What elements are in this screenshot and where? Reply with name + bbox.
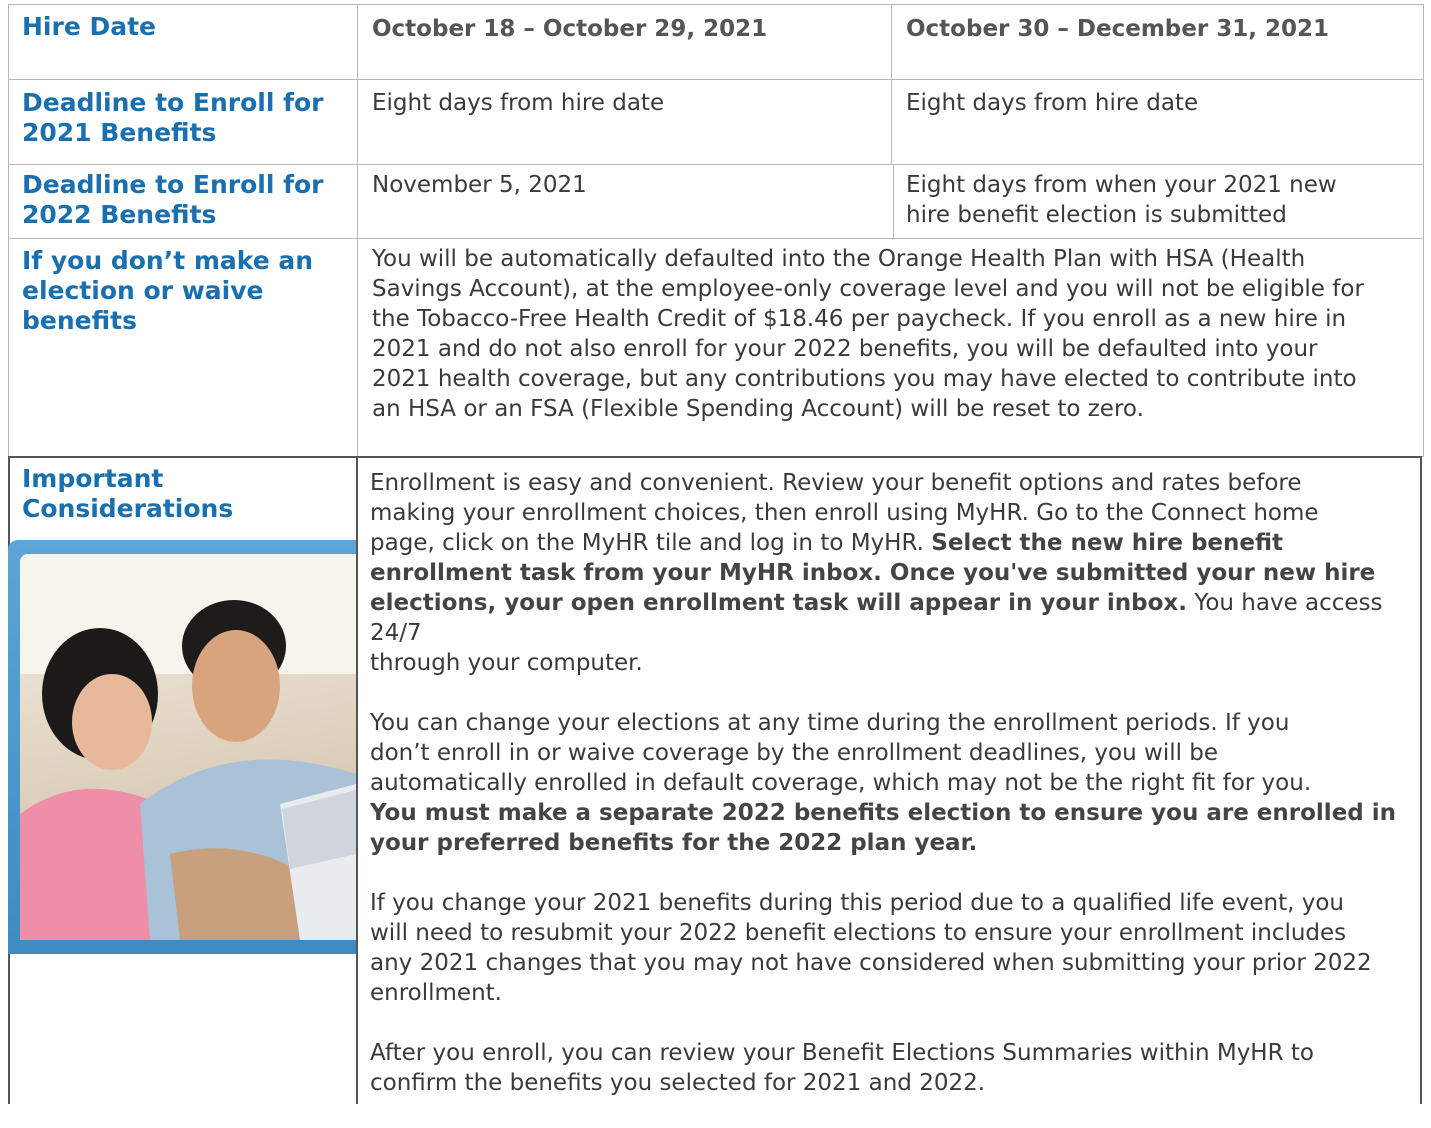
text-line: confirm the benefits you selected for 20… [370,1070,986,1096]
row-label-deadline-2021: Deadline to Enroll for 2021 Benefits [22,88,324,148]
paragraph-3: If you change your 2021 benefits during … [370,888,1416,1008]
table-border-right [1423,4,1424,456]
text-line: 2021 health coverage, but any contributi… [372,366,1357,392]
deadline-2022-period-1: November 5, 2021 [372,172,587,198]
label-line: If you don’t make an [22,246,314,275]
people-illustration [20,554,356,940]
label-line: 2022 Benefits [22,200,217,229]
text-run: page, click on the MyHR tile and log in … [370,530,932,556]
col-divider [891,4,892,164]
text-line: Eight days from when your 2021 new [906,172,1337,198]
col-divider [893,164,894,238]
label-line: benefits [22,306,137,335]
hire-period-1: October 18 – October 29, 2021 [372,16,768,42]
considerations-text: Enrollment is easy and convenient. Revie… [370,468,1416,1128]
text-line: Savings Account), at the employee-only c… [372,276,1364,302]
photo-scene [20,554,356,940]
row-divider [8,238,1424,239]
label-line: Deadline to Enroll for [22,88,324,117]
text-line: an HSA or an FSA (Flexible Spending Acco… [372,396,1144,422]
text-line: After you enroll, you can review your Be… [370,1040,1314,1066]
text-line: making your enrollment choices, then enr… [370,500,1319,526]
text-run-bold: elections, your open enrollment task wil… [370,590,1188,616]
text-line: You will be automatically defaulted into… [372,246,1306,272]
text-line: automatically enrolled in default covera… [370,770,1312,796]
text-line-bold: your preferred benefits for the 2022 pla… [370,830,978,856]
text-line: page, click on the MyHR tile and log in … [370,528,1416,558]
paragraph-4: After you enroll, you can review your Be… [370,1038,1416,1098]
text-line: enrollment. [370,980,502,1006]
text-run-bold: Select the new hire benefit [931,530,1284,556]
table-border-left [8,4,9,456]
deadline-2021-period-1: Eight days from hire date [372,90,665,116]
label-line: election or waive [22,276,264,305]
text-line: If you change your 2021 benefits during … [370,890,1345,916]
deadline-2022-period-2: Eight days from when your 2021 new hire … [906,170,1337,230]
deadline-2021-period-2: Eight days from hire date [906,90,1199,116]
row-label-deadline-2022: Deadline to Enroll for 2022 Benefits [22,170,324,230]
row-divider [8,164,1424,165]
paragraph-2: You can change your elections at any tim… [370,708,1416,858]
paragraph-1: Enrollment is easy and convenient. Revie… [370,468,1416,678]
text-line: You can change your elections at any tim… [370,710,1290,736]
text-line: hire benefit election is submitted [906,202,1287,228]
text-line: Enrollment is easy and convenient. Revie… [370,470,1302,496]
table-border-top [8,4,1424,5]
section-border-mid [356,456,358,1104]
row-label-no-election: If you don’t make an election or waive b… [22,246,313,336]
row-label-considerations: Important Considerations [22,464,233,524]
section-border-right [1420,456,1422,1104]
col-divider [357,4,358,456]
text-line-bold: You must make a separate 2022 benefits e… [370,800,1397,826]
text-line: don’t enroll in or waive coverage by the… [370,740,1219,766]
text-line: the Tobacco-Free Health Credit of $18.46… [372,306,1347,332]
text-line: 2021 and do not also enroll for your 202… [372,336,1318,362]
label-line: Deadline to Enroll for [22,170,324,199]
row-label-hire-date: Hire Date [22,12,157,41]
couple-photo [8,540,356,954]
label-line: 2021 Benefits [22,118,217,147]
no-election-text: You will be automatically defaulted into… [372,244,1418,424]
label-line: Important [22,464,164,493]
text-line: through your computer. [370,650,643,676]
row-divider [8,79,1424,80]
text-line: any 2021 changes that you may not have c… [370,950,1372,976]
text-line: elections, your open enrollment task wil… [370,588,1416,648]
hire-period-2: October 30 – December 31, 2021 [906,16,1329,42]
text-line: will need to resubmit your 2022 benefit … [370,920,1347,946]
text-line-bold: enrollment task from your MyHR inbox. On… [370,560,1376,586]
section-border-top [8,456,1422,458]
label-line: Considerations [22,494,234,523]
